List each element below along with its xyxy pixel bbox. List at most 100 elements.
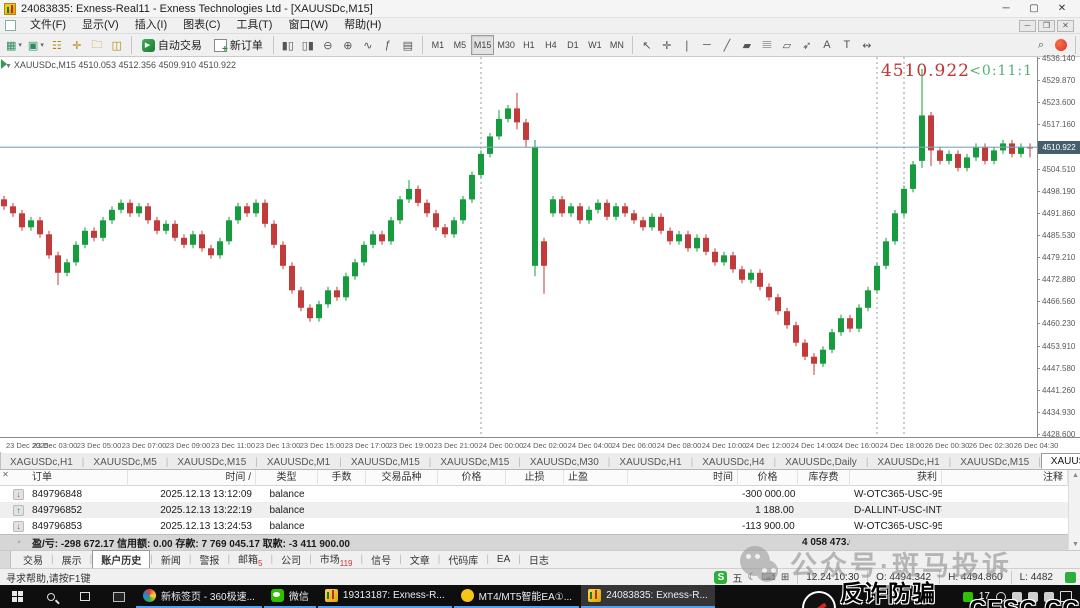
orders-table-header[interactable]: 订单时间 /类型手数交易品种价格止损止盈时间价格库存费获利注释: [0, 470, 1080, 486]
order-row[interactable]: ↓8497968482025.12.13 13:12:09balance-300…: [0, 486, 1080, 502]
timeframe-m5-button[interactable]: M5: [449, 35, 471, 55]
terminal-tab-1[interactable]: 展示: [54, 551, 90, 568]
menu-插入[interactable]: 插入(I): [127, 18, 175, 33]
wechat-tray-icon[interactable]: [963, 592, 973, 602]
candlestick-mode-button[interactable]: ▯▮: [298, 35, 318, 55]
terminal-tab-6[interactable]: 公司: [273, 551, 309, 568]
terminal-tab-3[interactable]: 新闻: [153, 551, 189, 568]
price-axis[interactable]: 4536.1404529.8704523.6004517.1604510.840…: [1037, 57, 1080, 437]
input-indicator-icon[interactable]: [1012, 592, 1022, 602]
volume-icon[interactable]: [1028, 592, 1038, 602]
menu-显示[interactable]: 显示(V): [74, 18, 127, 33]
autotrading-button[interactable]: 自动交易: [136, 35, 208, 55]
chart-tab-xauusdc-h1[interactable]: XAUUSDc,H1: [868, 455, 948, 469]
terminal-tab-10[interactable]: 代码库: [440, 551, 486, 568]
pinned-app-icon[interactable]: [102, 585, 136, 608]
ime-toolbar[interactable]: S五☾⌨⊞: [714, 570, 789, 585]
menu-窗口[interactable]: 窗口(W): [280, 18, 336, 33]
time-axis[interactable]: 23 Dec 202523 Dec 03:0023 Dec 05:0023 De…: [0, 437, 1080, 453]
column-header[interactable]: 止损: [506, 470, 564, 486]
minimize-button[interactable]: ─: [992, 1, 1020, 17]
terminal-tab-12[interactable]: 日志: [521, 551, 557, 568]
timeframe-h1-button[interactable]: H1: [518, 35, 540, 55]
notifications-icon[interactable]: [1051, 35, 1071, 55]
navigator-button[interactable]: ✛: [67, 35, 87, 55]
bar-chart-mode-button[interactable]: ▮▯: [278, 35, 298, 55]
timeframe-m30-button[interactable]: M30: [494, 35, 518, 55]
timeframe-m15-button[interactable]: M15: [471, 35, 495, 55]
line-chart-mode-button[interactable]: ∿: [358, 35, 378, 55]
chart-tab-xauusdc-m15[interactable]: XAUUSDc,M15: [1041, 453, 1080, 469]
column-header[interactable]: 止盈: [564, 470, 628, 486]
equidistant-channel-tool-button[interactable]: ▰: [737, 35, 757, 55]
column-header[interactable]: 时间 /: [128, 470, 256, 486]
terminal-tab-4[interactable]: 警报: [191, 551, 227, 568]
terminal-tab-5[interactable]: 邮箱5: [230, 550, 270, 569]
cycle-lines-tool-button[interactable]: ↭: [857, 35, 877, 55]
chart-tab-xauusdc-m5[interactable]: XAUUSDc,M5: [84, 455, 165, 469]
child-restore-button[interactable]: ❐: [1038, 20, 1055, 32]
crosshair-tool-button[interactable]: ✛: [657, 35, 677, 55]
label-tool-button[interactable]: T: [837, 35, 857, 55]
timeframe-h4-button[interactable]: H4: [540, 35, 562, 55]
column-header[interactable]: 价格: [438, 470, 506, 486]
chart-tab-xauusdc-h4[interactable]: XAUUSDc,H4: [693, 455, 773, 469]
terminal-tab-8[interactable]: 信号: [363, 551, 399, 568]
text-tool-button[interactable]: A: [817, 35, 837, 55]
task-view-icon[interactable]: [68, 585, 102, 608]
new-chart-button[interactable]: ▦▾: [3, 35, 25, 55]
toolbox-icon[interactable]: ⊞: [781, 572, 789, 583]
timeframe-mn-button[interactable]: MN: [606, 35, 628, 55]
vertical-line-tool-button[interactable]: ❘: [677, 35, 697, 55]
wubi-icon[interactable]: 五: [732, 570, 742, 585]
cursor-tool-button[interactable]: ↖: [637, 35, 657, 55]
night-mode-icon[interactable]: ☾: [747, 572, 756, 583]
market-watch-button[interactable]: ☷: [47, 35, 67, 55]
taskbar-app-browser-360[interactable]: 新标签页 - 360极速...: [136, 585, 262, 608]
horizontal-line-tool-button[interactable]: ─: [697, 35, 717, 55]
menu-工具[interactable]: 工具(T): [228, 18, 280, 33]
taskbar-app-ea[interactable]: MT4/MT5智能EA①...: [454, 585, 579, 608]
terminal-tab-2[interactable]: 账户历史: [92, 550, 150, 569]
zoom-out-button[interactable]: ⊖: [318, 35, 338, 55]
column-header[interactable]: 订单: [28, 470, 128, 486]
chart-tab-xauusdc-daily[interactable]: XAUUSDc,Daily: [776, 455, 866, 469]
bell-icon[interactable]: [996, 592, 1006, 602]
new-order-button[interactable]: 新订单: [208, 35, 269, 55]
shapes-tool-button[interactable]: ▱: [777, 35, 797, 55]
action-center-icon[interactable]: [1060, 591, 1072, 602]
chart-tab-xauusdc-m15[interactable]: XAUUSDc,M15: [431, 455, 518, 469]
terminal-tab-0[interactable]: 交易: [15, 551, 51, 568]
column-header[interactable]: 交易品种: [366, 470, 438, 486]
column-header[interactable]: 时间: [628, 470, 738, 486]
chart-tab-xauusdc-h1[interactable]: XAUUSDc,H1: [610, 455, 690, 469]
trendline-tool-button[interactable]: ╱: [717, 35, 737, 55]
candlestick-chart[interactable]: [0, 57, 1037, 437]
column-header[interactable]: 手数: [318, 470, 366, 486]
child-minimize-button[interactable]: ─: [1019, 20, 1036, 32]
column-header[interactable]: 库存费: [798, 470, 850, 486]
terminal-close-icon[interactable]: ✕: [1, 471, 10, 480]
search-icon[interactable]: [34, 585, 68, 608]
start-button[interactable]: [0, 585, 34, 608]
close-button[interactable]: ✕: [1048, 1, 1076, 17]
terminal-scrollbar[interactable]: ▲ ▼: [1068, 470, 1080, 550]
maximize-button[interactable]: ▢: [1020, 1, 1048, 17]
chart-tab-xauusdc-m15[interactable]: XAUUSDc,M15: [342, 455, 429, 469]
chart-tab-xauusdc-m15[interactable]: XAUUSDc,M15: [951, 455, 1038, 469]
chart-tab-xagusdc-h1[interactable]: XAGUSDc,H1: [1, 455, 82, 469]
scroll-up-icon[interactable]: ▲: [1072, 472, 1079, 479]
indicators-button[interactable]: ƒ: [378, 35, 398, 55]
terminal-tab-7[interactable]: 市场119: [312, 550, 361, 569]
menu-帮助[interactable]: 帮助(H): [336, 18, 389, 33]
scroll-down-icon[interactable]: ▼: [1072, 541, 1079, 548]
terminal-tab-9[interactable]: 文章: [402, 551, 438, 568]
chart-tab-xauusdc-m30[interactable]: XAUUSDc,M30: [521, 455, 608, 469]
tile-windows-button[interactable]: ◫: [107, 35, 127, 55]
profiles-button[interactable]: ▣▾: [25, 35, 47, 55]
order-row[interactable]: ↓8497968532025.12.13 13:24:53balance-113…: [0, 518, 1080, 534]
column-header[interactable]: 注释: [942, 470, 1068, 486]
toolbar-search-icon[interactable]: ⌕: [1031, 35, 1051, 55]
timeframe-m1-button[interactable]: M1: [427, 35, 449, 55]
fibonacci-tool-button[interactable]: 𝄙: [757, 35, 777, 55]
